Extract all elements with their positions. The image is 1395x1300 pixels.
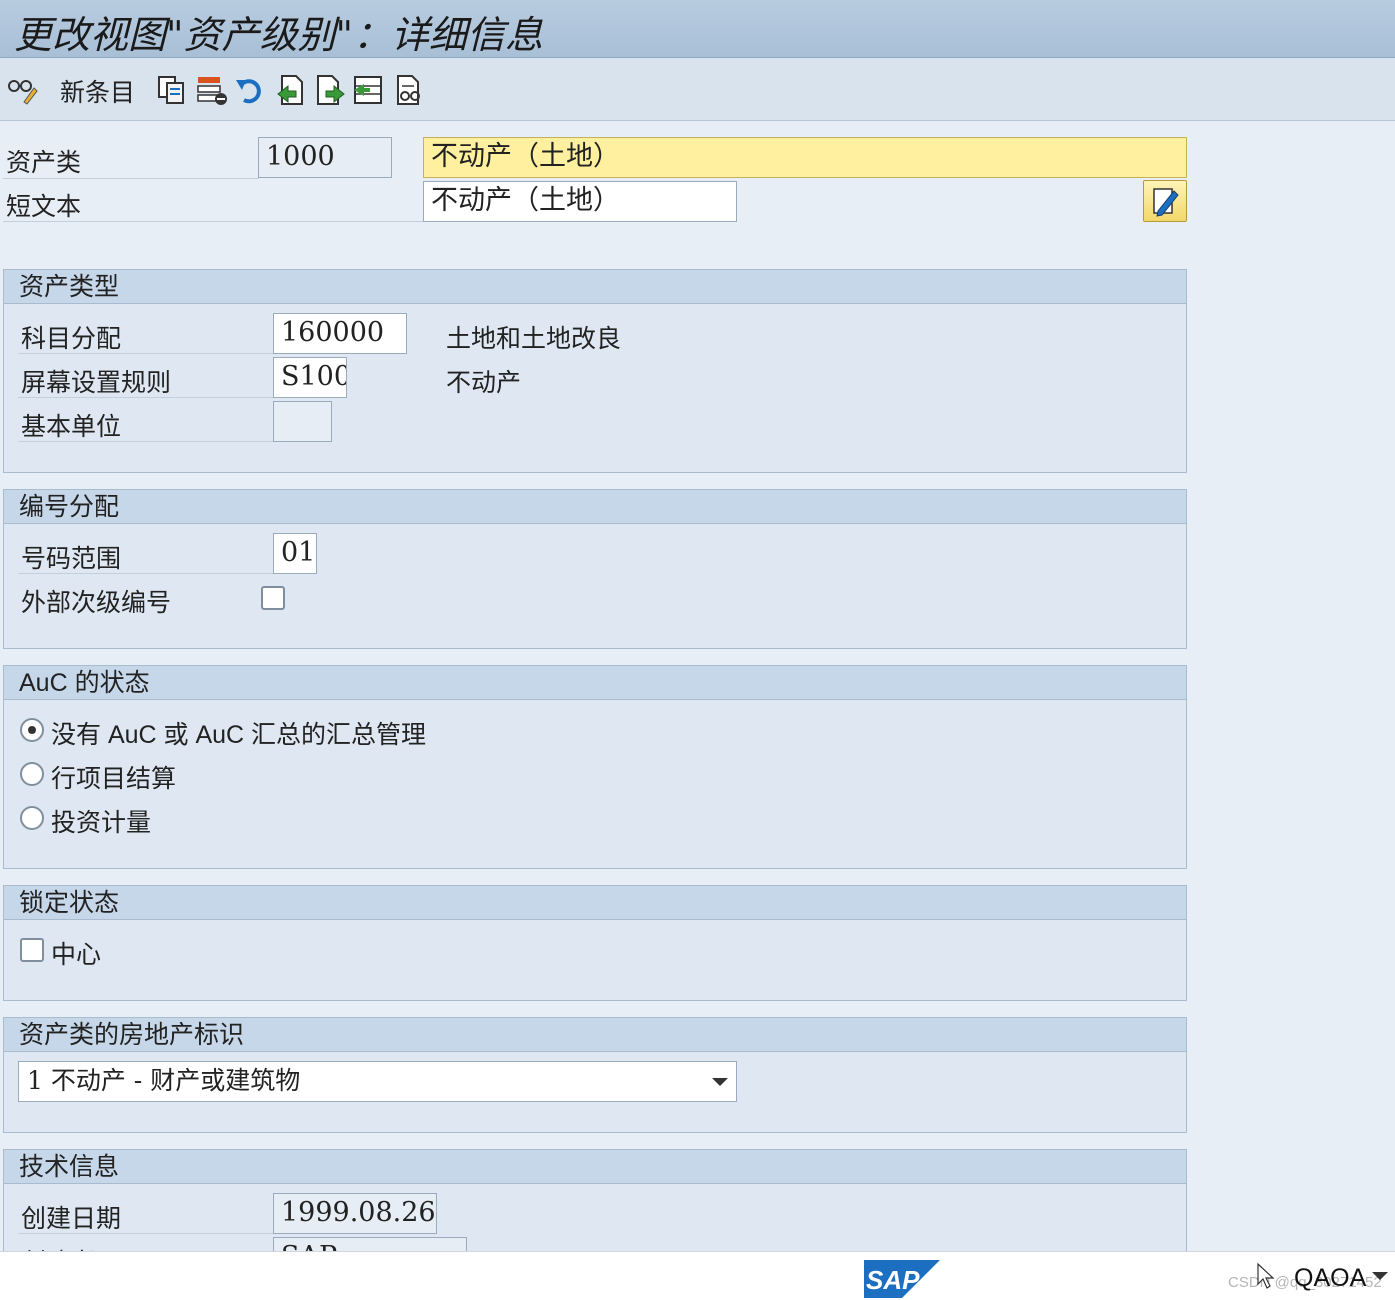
real-estate-dropdown[interactable]: 1 不动产 - 财产或建筑物	[18, 1061, 737, 1102]
asset-class-description-field[interactable]: 不动产（土地）	[423, 137, 1187, 178]
delete-icon[interactable]	[196, 74, 228, 106]
auc-line-item-label: 行项目结算	[51, 764, 177, 793]
undo-icon[interactable]	[234, 74, 266, 106]
technical-info-title: 技术信息	[4, 1150, 1186, 1184]
account-determination-desc: 土地和土地改良	[446, 324, 622, 353]
dropdown-arrow-icon[interactable]	[712, 1078, 728, 1086]
created-on-label: 创建日期	[21, 1204, 122, 1233]
technical-info-group: 技术信息	[3, 1149, 1187, 1259]
created-on-underline	[18, 1233, 273, 1234]
auc-investment-radio[interactable]	[20, 806, 44, 830]
central-lock-label: 中心	[51, 940, 102, 969]
base-unit-underline	[18, 441, 273, 442]
lock-status-title: 锁定状态	[4, 886, 1186, 920]
window-title: 更改视图"资产级别"：详细信息	[14, 13, 543, 57]
mouse-pointer-icon	[1257, 1262, 1275, 1289]
central-lock-checkbox[interactable]	[20, 938, 44, 962]
number-assignment-group: 编号分配	[3, 489, 1187, 649]
asset-class-field[interactable]: 1000	[258, 137, 392, 178]
short-text-underline	[3, 221, 423, 222]
screen-layout-underline	[18, 397, 273, 398]
auc-status-group: AuC 的状态	[3, 665, 1187, 869]
real-estate-title: 资产类的房地产标识	[4, 1018, 1186, 1052]
print-icon[interactable]	[394, 74, 426, 106]
external-sub-number-label: 外部次级编号	[21, 588, 172, 617]
base-unit-field[interactable]	[273, 401, 332, 442]
auc-line-item-radio[interactable]	[20, 762, 44, 786]
account-determination-field[interactable]: 160000	[273, 313, 407, 354]
number-range-underline	[18, 573, 273, 574]
base-unit-label: 基本单位	[21, 412, 122, 441]
asset-class-label: 资产类	[6, 148, 82, 177]
created-on-field[interactable]: 1999.08.26	[273, 1193, 437, 1234]
previous-entry-icon[interactable]	[274, 74, 306, 106]
account-underline	[18, 353, 273, 354]
account-determination-label: 科目分配	[21, 324, 122, 353]
edit-pencil-icon	[1153, 188, 1179, 217]
screen-layout-desc: 不动产	[446, 368, 522, 397]
short-text-field[interactable]: 不动产（土地）	[423, 181, 737, 222]
copy-icon[interactable]	[156, 74, 188, 106]
application-toolbar: 新条目	[0, 58, 1395, 121]
status-bar: SAP CSDN @qq_30271452 QAOA	[0, 1251, 1395, 1300]
real-estate-selected-value: 1 不动产 - 财产或建筑物	[27, 1066, 301, 1095]
asset-type-title: 资产类型	[4, 270, 1186, 304]
auc-summary-label: 没有 AuC 或 AuC 汇总的汇总管理	[51, 721, 427, 749]
number-range-label: 号码范围	[21, 544, 122, 573]
new-entries-button[interactable]: 新条目	[60, 73, 135, 109]
number-range-field[interactable]: 01	[273, 533, 317, 574]
auc-summary-radio[interactable]	[20, 718, 44, 742]
screen-layout-field[interactable]: S100	[273, 357, 347, 398]
select-all-icon[interactable]	[352, 74, 384, 106]
external-sub-number-checkbox[interactable]	[261, 586, 285, 610]
auc-investment-label: 投资计量	[51, 808, 152, 837]
next-entry-icon[interactable]	[314, 74, 346, 106]
lock-status-group: 锁定状态	[3, 885, 1187, 1001]
svg-text:SAP: SAP	[866, 1265, 920, 1295]
system-id[interactable]: QAOA	[1294, 1264, 1366, 1293]
screen-layout-label: 屏幕设置规则	[21, 368, 172, 397]
asset-class-underline	[3, 178, 259, 179]
title-bar: 更改视图"资产级别"：详细信息	[0, 0, 1395, 58]
short-text-label: 短文本	[6, 192, 82, 221]
sap-logo-icon: SAP	[864, 1260, 940, 1298]
system-menu-arrow-icon[interactable]	[1372, 1272, 1388, 1280]
glasses-pencil-icon[interactable]	[6, 74, 38, 106]
asset-type-group: 资产类型	[3, 269, 1187, 473]
number-assignment-title: 编号分配	[4, 490, 1186, 524]
auc-status-title: AuC 的状态	[4, 666, 1186, 700]
edit-text-button[interactable]	[1143, 180, 1187, 222]
